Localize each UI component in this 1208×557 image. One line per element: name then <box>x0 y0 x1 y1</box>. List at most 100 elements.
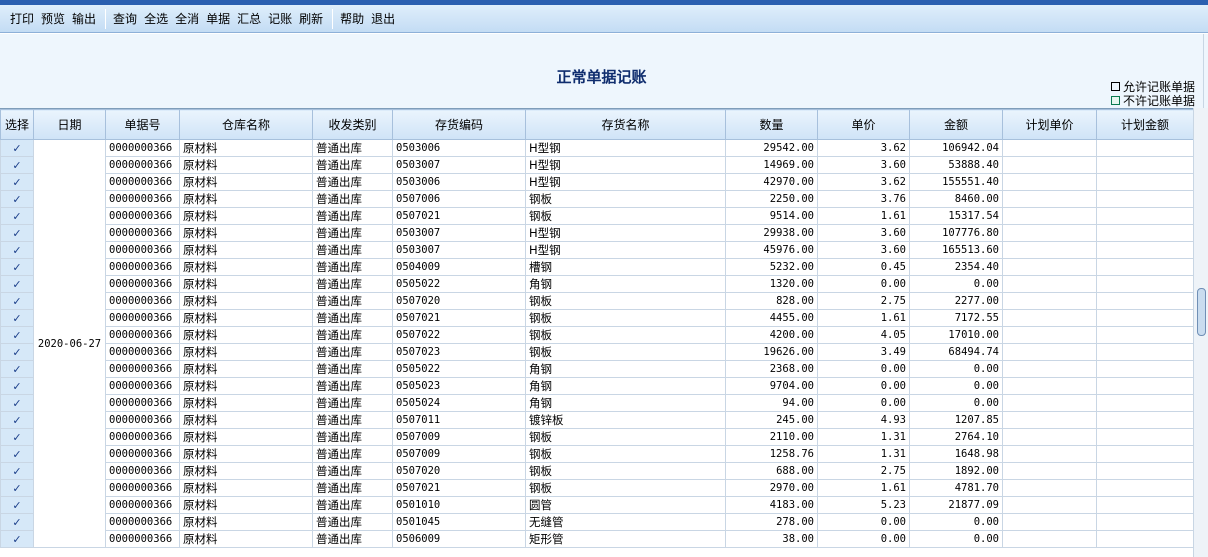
column-header[interactable]: 仓库名称 <box>179 109 313 140</box>
warehouse-cell: 原材料 <box>179 224 313 242</box>
select-checkmark-icon[interactable]: ✓ <box>0 309 34 327</box>
column-header[interactable]: 存货名称 <box>525 109 726 140</box>
select-checkmark-icon[interactable]: ✓ <box>0 394 34 412</box>
table-row[interactable]: ✓ 0000000366 原材料 普通出库 0503007 H型钢 29938.00 3.60… <box>0 224 1193 242</box>
select-checkmark-icon[interactable]: ✓ <box>0 411 34 429</box>
select-checkmark-icon[interactable]: ✓ <box>0 292 34 310</box>
select-checkmark-icon[interactable]: ✓ <box>0 156 34 174</box>
select-checkmark-icon[interactable]: ✓ <box>0 377 34 395</box>
table-row[interactable]: ✓ 0000000366 原材料 普通出库 0505022 角钢 2368.00 0.00 0.… <box>0 360 1193 378</box>
table-row[interactable]: ✓ 0000000366 原材料 普通出库 0506009 矩形管 38.00 0.00 0.0… <box>0 530 1193 548</box>
select-checkmark-icon[interactable]: ✓ <box>0 479 34 497</box>
select-checkmark-icon[interactable]: ✓ <box>0 326 34 344</box>
amount-cell: 7172.55 <box>909 309 1003 327</box>
warehouse-cell: 原材料 <box>179 207 313 225</box>
plan-amount-cell <box>1096 292 1193 310</box>
select-checkmark-icon[interactable]: ✓ <box>0 207 34 225</box>
plan-amount-cell <box>1096 411 1193 429</box>
plan-price-cell <box>1002 445 1097 463</box>
table-row[interactable]: ✓ 0000000366 原材料 普通出库 0507009 钢板 2110.00 1.31 27… <box>0 428 1193 446</box>
voucher-button[interactable]: 单据 <box>205 10 231 27</box>
column-header[interactable]: 金额 <box>909 109 1003 140</box>
column-header[interactable]: 选择 <box>0 109 34 140</box>
table-row[interactable]: ✓ 0000000366 原材料 普通出库 0503007 H型钢 45976.00 3.60… <box>0 241 1193 259</box>
print-button[interactable]: 打印 <box>9 10 35 27</box>
select-all-button[interactable]: 全选 <box>143 10 169 27</box>
table-row[interactable]: ✓ 0000000366 原材料 普通出库 0507011 镀锌板 245.00 4.93 12… <box>0 411 1193 429</box>
column-header[interactable]: 日期 <box>33 109 106 140</box>
deselect-all-button[interactable]: 全消 <box>174 10 200 27</box>
select-checkmark-icon[interactable]: ✓ <box>0 190 34 208</box>
table-row[interactable]: ✓ 0000000366 原材料 普通出库 0507023 钢板 19626.00 3.49 6… <box>0 343 1193 361</box>
table-row[interactable]: ✓ 2020-06-27 0000000366 原材料 普通出库 0503006 H型钢 29… <box>0 139 1193 548</box>
table-row[interactable]: ✓ 0000000366 原材料 普通出库 0507020 钢板 688.00 2.75 189… <box>0 462 1193 480</box>
table-row[interactable]: ✓ 0000000366 原材料 普通出库 0501045 无缝管 278.00 0.00 0.… <box>0 513 1193 531</box>
column-header[interactable]: 计划金额 <box>1096 109 1193 140</box>
select-checkmark-icon[interactable]: ✓ <box>0 241 34 259</box>
summary-button[interactable]: 汇总 <box>236 10 262 27</box>
select-checkmark-icon[interactable]: ✓ <box>0 360 34 378</box>
query-button[interactable]: 查询 <box>112 10 138 27</box>
quantity-cell: 9704.00 <box>725 377 818 395</box>
amount-cell: 2277.00 <box>909 292 1003 310</box>
exit-button[interactable]: 退出 <box>370 10 396 27</box>
unit-price-cell: 1.61 <box>817 309 910 327</box>
preview-button[interactable]: 预览 <box>40 10 66 27</box>
io-type-cell: 普通出库 <box>312 445 393 463</box>
help-button[interactable]: 帮助 <box>339 10 365 27</box>
column-header[interactable]: 单价 <box>817 109 910 140</box>
select-checkmark-icon[interactable]: ✓ <box>0 343 34 361</box>
table-row[interactable]: ✓ 0000000366 原材料 普通出库 0505023 角钢 9704.00 0.00 0.… <box>0 377 1193 395</box>
table-row[interactable]: ✓ 0000000366 原材料 普通出库 0507021 钢板 9514.00 1.61 15… <box>0 207 1193 225</box>
warehouse-cell: 原材料 <box>179 156 313 174</box>
plan-price-cell <box>1002 139 1097 157</box>
select-checkmark-icon[interactable]: ✓ <box>0 462 34 480</box>
table-row[interactable]: ✓ 0000000366 原材料 普通出库 0507022 钢板 4200.00 4.05 17… <box>0 326 1193 344</box>
table-row[interactable]: ✓ 0000000366 原材料 普通出库 0501010 圆管 4183.00 5.23 21… <box>0 496 1193 514</box>
inventory-name-cell: 矩形管 <box>525 530 726 548</box>
table-row[interactable]: ✓ 0000000366 原材料 普通出库 0505022 角钢 1320.00 0.00 0.… <box>0 275 1193 293</box>
column-header[interactable]: 存货编码 <box>392 109 526 140</box>
table-row[interactable]: ✓ 0000000366 原材料 普通出库 0504009 槽钢 5232.00 0.45 23… <box>0 258 1193 276</box>
unit-price-cell: 2.75 <box>817 462 910 480</box>
vertical-scrollbar[interactable] <box>1193 108 1208 557</box>
table-row[interactable]: ✓ 0000000366 原材料 普通出库 0507009 钢板 1258.76 1.31 16… <box>0 445 1193 463</box>
table-row[interactable]: ✓ 0000000366 原材料 普通出库 0507021 钢板 4455.00 1.61 71… <box>0 309 1193 327</box>
plan-price-cell <box>1002 326 1097 344</box>
column-header[interactable]: 计划单价 <box>1002 109 1097 140</box>
table-row[interactable]: ✓ 0000000366 原材料 普通出库 0503007 H型钢 14969.00 3.60… <box>0 156 1193 174</box>
export-button[interactable]: 输出 <box>71 10 97 27</box>
table-row[interactable]: ✓ 0000000366 原材料 普通出库 0507020 钢板 828.00 2.75 227… <box>0 292 1193 310</box>
select-checkmark-icon[interactable]: ✓ <box>0 258 34 276</box>
scrollbar-thumb[interactable] <box>1197 288 1206 336</box>
amount-cell: 53888.40 <box>909 156 1003 174</box>
select-checkmark-icon[interactable]: ✓ <box>0 428 34 446</box>
unit-price-cell: 4.05 <box>817 326 910 344</box>
refresh-button[interactable]: 刷新 <box>298 10 324 27</box>
select-checkmark-icon[interactable]: ✓ <box>0 275 34 293</box>
warehouse-cell: 原材料 <box>179 479 313 497</box>
table-row[interactable]: ✓ 0000000366 原材料 普通出库 0507021 钢板 2970.00 1.61 47… <box>0 479 1193 497</box>
inventory-name-cell: H型钢 <box>525 224 726 242</box>
inventory-code-cell: 0506009 <box>392 530 526 548</box>
column-header[interactable]: 数量 <box>725 109 818 140</box>
table-row[interactable]: ✓ 0000000366 原材料 普通出库 0507006 钢板 2250.00 3.76 84… <box>0 190 1193 208</box>
quantity-cell: 688.00 <box>725 462 818 480</box>
select-checkmark-icon[interactable]: ✓ <box>0 530 34 548</box>
select-checkmark-icon[interactable]: ✓ <box>0 139 34 157</box>
table-row[interactable]: ✓ 0000000366 原材料 普通出库 0505024 角钢 94.00 0.00 0.00 <box>0 394 1193 412</box>
select-checkmark-icon[interactable]: ✓ <box>0 513 34 531</box>
inventory-code-cell: 0507022 <box>392 326 526 344</box>
inventory-name-cell: 槽钢 <box>525 258 726 276</box>
column-header[interactable]: 单据号 <box>105 109 180 140</box>
column-header[interactable]: 收发类别 <box>312 109 393 140</box>
quantity-cell: 245.00 <box>725 411 818 429</box>
post-button[interactable]: 记账 <box>267 10 293 27</box>
select-checkmark-icon[interactable]: ✓ <box>0 445 34 463</box>
select-checkmark-icon[interactable]: ✓ <box>0 173 34 191</box>
select-checkmark-icon[interactable]: ✓ <box>0 224 34 242</box>
io-type-cell: 普通出库 <box>312 428 393 446</box>
select-checkmark-icon[interactable]: ✓ <box>0 496 34 514</box>
table-row[interactable]: ✓ 0000000366 原材料 普通出库 0503006 H型钢 42970.00 3.62… <box>0 173 1193 191</box>
unit-price-cell: 0.00 <box>817 377 910 395</box>
